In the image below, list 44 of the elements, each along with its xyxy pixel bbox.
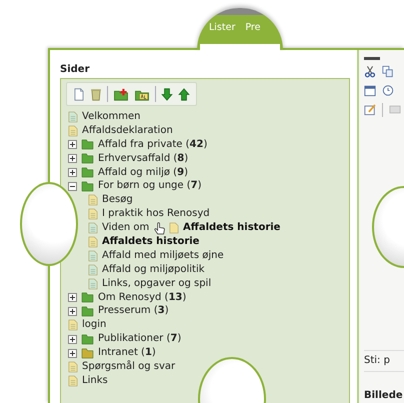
new-page-icon[interactable] (73, 88, 85, 100)
edit-table-icon[interactable] (364, 103, 376, 116)
drag-label: Affaldets historie (183, 222, 280, 234)
trash-icon[interactable] (90, 88, 102, 100)
tree-item[interactable]: Affald fra private (42) (98, 138, 208, 151)
down-arrow-icon[interactable] (161, 88, 173, 100)
expander-icon[interactable] (68, 168, 77, 177)
expander-icon[interactable] (68, 140, 77, 150)
tree-item[interactable]: Presserum (3) (98, 305, 169, 318)
copy-icon[interactable] (382, 65, 394, 78)
tree-item[interactable]: For børn og unge (7) (98, 180, 202, 192)
tree-item[interactable]: I praktik hos Renosyd (102, 208, 210, 220)
tree-item[interactable]: Viden om (102, 222, 150, 234)
calendar-icon[interactable] (364, 84, 376, 97)
hand-cursor-icon (154, 222, 165, 235)
tree-item[interactable]: Affaldsdeklaration (82, 124, 173, 137)
path-label: Sti: p (364, 350, 404, 372)
tree-item[interactable]: Affald og miljø (9) (98, 166, 188, 178)
add-folder-icon[interactable] (113, 88, 129, 100)
page-icon (169, 222, 179, 234)
clock-icon[interactable] (382, 84, 394, 97)
tree-item[interactable]: Affald og miljøpolitik (102, 264, 205, 276)
tree-item[interactable]: Besøg (102, 194, 133, 206)
tree-item[interactable]: Publikationer (7) (98, 333, 182, 346)
tree-item[interactable]: Links (82, 374, 108, 387)
expander-icon[interactable] (68, 182, 77, 191)
tree-item[interactable]: Affald med miljøets øjne (102, 250, 224, 262)
tree-item[interactable]: Velkommen (82, 110, 141, 123)
expander-icon[interactable] (68, 293, 77, 302)
expander-icon[interactable] (68, 154, 77, 164)
scissors-icon[interactable] (364, 65, 376, 78)
tree-item[interactable]: Affaldets historie (102, 236, 200, 248)
tree-item[interactable]: login (82, 319, 106, 332)
tree-item[interactable]: Erhvervsaffald (8) (98, 152, 188, 165)
up-arrow-icon[interactable] (178, 88, 190, 100)
tree-item[interactable]: Om Renosyd (13) (98, 292, 186, 304)
tree-item[interactable]: Links, opgaver og spil (102, 278, 212, 290)
section-title: Billede (364, 389, 404, 403)
tree-item[interactable]: Spørgsmål og svar (82, 360, 176, 373)
expander-icon[interactable] (68, 306, 77, 316)
tree-item[interactable]: Intranet (1) (98, 347, 156, 360)
panel-title: Sider (60, 64, 91, 77)
expander-icon[interactable] (68, 334, 77, 344)
expander-icon[interactable] (68, 348, 77, 358)
